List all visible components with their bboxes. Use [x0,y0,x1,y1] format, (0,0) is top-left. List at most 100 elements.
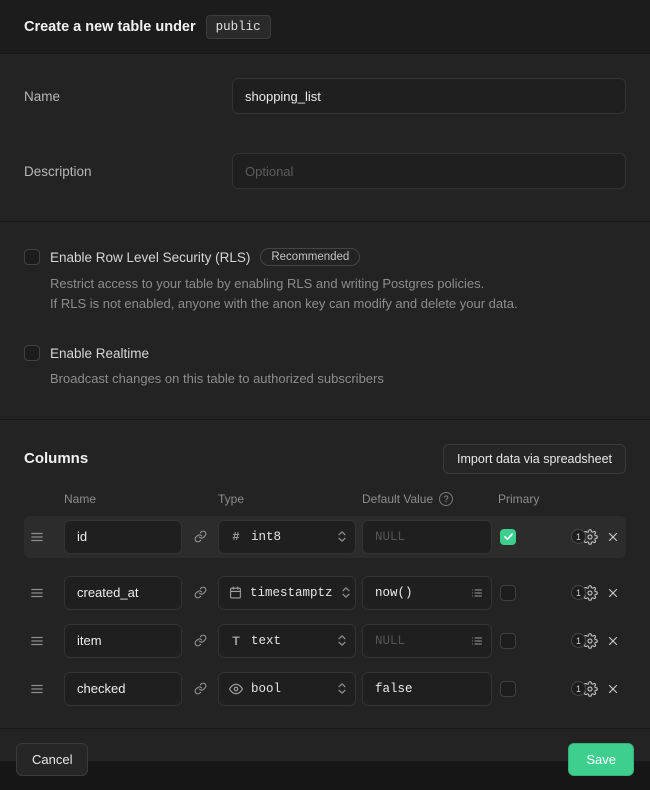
column-type-select[interactable]: # int8 [218,520,356,554]
foreign-key-link-button[interactable] [188,672,212,706]
default-value-field [362,576,492,610]
dialog-footer: Cancel Save [0,728,650,790]
rls-label: Enable Row Level Security (RLS) [50,250,250,265]
rls-description: Restrict access to your table by enablin… [50,274,626,313]
default-suggestions-button[interactable] [467,582,487,604]
column-type-select[interactable]: bool [218,672,356,706]
column-type-select[interactable]: T text [218,624,356,658]
default-value-input[interactable] [362,672,492,706]
settings-count-badge: 1 [571,585,586,600]
columns-header-row: Name Type Default Value ? Primary [24,492,626,506]
description-row: Description [24,153,626,189]
close-icon [606,682,620,696]
cancel-button[interactable]: Cancel [16,743,88,776]
remove-column-button[interactable] [606,530,620,544]
table-details-section: Name Description [0,54,650,221]
column-settings-button[interactable]: 1 [571,529,598,545]
close-icon [606,530,620,544]
realtime-option: Enable Realtime Broadcast changes on thi… [24,345,626,389]
column-type-label: int8 [251,530,329,544]
chevron-updown-icon [337,633,347,648]
default-suggestions-button[interactable] [467,630,487,652]
column-settings-button[interactable]: 1 [571,681,598,697]
column-settings-button[interactable]: 1 [571,633,598,649]
name-label: Name [24,89,232,104]
link-icon [194,586,207,599]
column-type-label: timestamptz [250,586,333,600]
realtime-checkbox[interactable] [24,345,40,361]
column-type-label: bool [251,682,329,696]
primary-checkbox[interactable] [500,585,516,601]
remove-column-button[interactable] [606,586,620,600]
link-icon [194,682,207,695]
table-description-input[interactable] [232,153,626,189]
text-type-icon: T [229,634,243,648]
column-row-id: # int8 1 [24,516,626,558]
import-spreadsheet-button[interactable]: Import data via spreadsheet [443,444,626,474]
close-icon [606,586,620,600]
link-icon [194,634,207,647]
settings-count-badge: 1 [571,633,586,648]
rls-checkbox[interactable] [24,249,40,265]
columns-title: Columns [24,450,88,467]
default-value-field [362,520,492,554]
link-icon [194,530,207,543]
settings-count-badge: 1 [571,681,586,696]
bool-eye-icon [229,682,243,696]
column-name-input[interactable] [64,672,182,706]
remove-column-button[interactable] [606,634,620,648]
chevron-updown-icon [337,529,347,544]
drag-handle-icon[interactable] [30,634,58,648]
close-icon [606,634,620,648]
primary-checkbox[interactable] [500,633,516,649]
check-icon [503,531,514,542]
chevron-updown-icon [337,681,347,696]
settings-count-badge: 1 [571,529,586,544]
description-label: Description [24,164,232,179]
column-header-name: Name [64,492,182,506]
column-name-input[interactable] [64,624,182,658]
dialog-title: Create a new table under [24,19,196,35]
column-header-primary: Primary [498,492,556,506]
create-table-dialog: Create a new table under public Name Des… [0,0,650,761]
column-header-type: Type [218,492,356,506]
hash-icon: # [229,530,243,544]
drag-handle-icon[interactable] [30,586,58,600]
list-icon [471,635,483,647]
column-row-checked: bool 1 [24,668,626,710]
realtime-label: Enable Realtime [50,346,149,361]
rls-description-line2: If RLS is not enabled, anyone with the a… [50,294,626,314]
column-type-select[interactable]: timestamptz [218,576,356,610]
default-value-field [362,672,492,706]
column-name-input[interactable] [64,576,182,610]
list-icon [471,587,483,599]
column-settings-button[interactable]: 1 [571,585,598,601]
table-name-input[interactable] [232,78,626,114]
calendar-icon [229,586,242,599]
default-value-input[interactable] [362,520,492,554]
drag-handle-icon[interactable] [30,530,58,544]
primary-checkbox[interactable] [500,529,516,545]
foreign-key-link-button[interactable] [188,624,212,658]
recommended-badge: Recommended [260,248,360,266]
dialog-header: Create a new table under public [0,0,650,54]
column-header-default: Default Value ? [362,492,492,506]
column-row-created-at: timestamptz 1 [24,572,626,614]
column-header-default-label: Default Value [362,492,433,506]
columns-section: Columns Import data via spreadsheet Name… [0,419,650,728]
column-name-input[interactable] [64,520,182,554]
foreign-key-link-button[interactable] [188,576,212,610]
primary-checkbox[interactable] [500,681,516,697]
name-row: Name [24,78,626,114]
help-icon[interactable]: ? [439,492,453,506]
rls-option: Enable Row Level Security (RLS) Recommen… [24,248,626,313]
foreign-key-link-button[interactable] [188,520,212,554]
schema-badge: public [206,15,271,39]
realtime-description: Broadcast changes on this table to autho… [50,369,626,389]
drag-handle-icon[interactable] [30,682,58,696]
save-button[interactable]: Save [568,743,634,776]
remove-column-button[interactable] [606,682,620,696]
chevron-updown-icon [341,585,351,600]
default-value-field [362,624,492,658]
column-type-label: text [251,634,329,648]
